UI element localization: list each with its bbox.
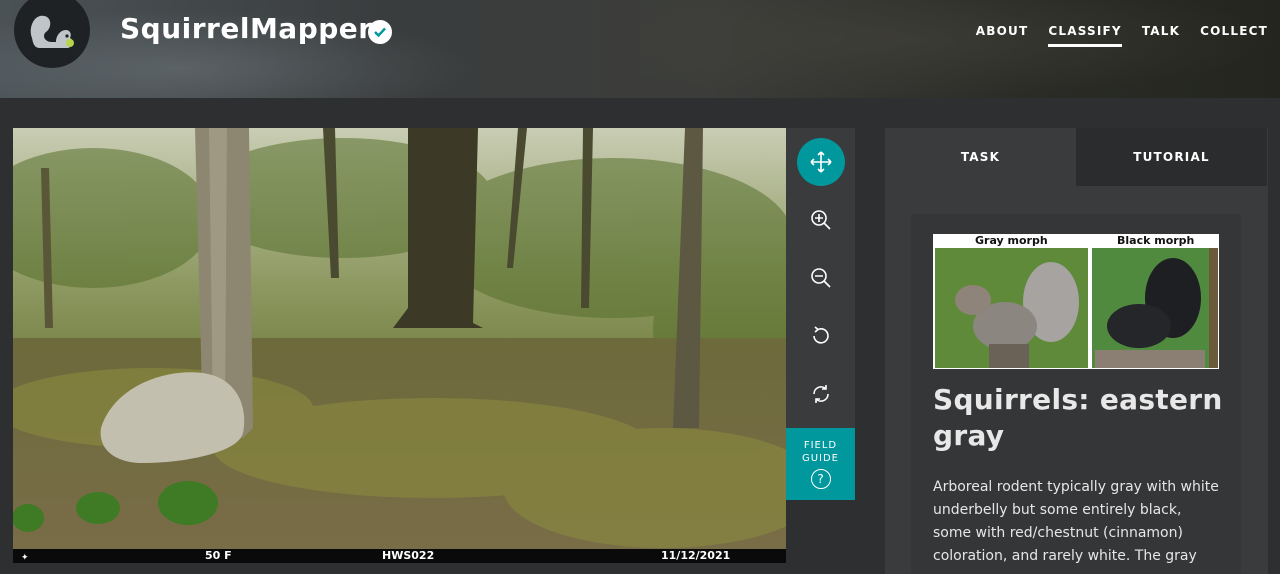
- subject-image[interactable]: ✦ 50 F HWS022 11/12/2021 10:58AM: [13, 128, 786, 563]
- nav-talk[interactable]: TALK: [1142, 24, 1180, 47]
- field-guide-label: FIELD GUIDE: [801, 440, 840, 464]
- nav-collect[interactable]: COLLECT: [1200, 24, 1268, 47]
- rotate-button[interactable]: [797, 312, 845, 360]
- morph-comparison-image: Gray morph Black morph: [933, 234, 1219, 369]
- site-title[interactable]: SquirrelMapper: [120, 12, 373, 45]
- header-background-right: [640, 0, 1280, 98]
- task-tabs: TASK TUTORIAL: [885, 128, 1268, 186]
- site-header: SquirrelMapper ABOUT CLASSIFY TALK COLLE…: [0, 0, 1280, 98]
- main-nav: ABOUT CLASSIFY TALK COLLECT: [976, 24, 1268, 47]
- zoom-out-button[interactable]: [797, 254, 845, 302]
- move-button[interactable]: [797, 138, 845, 186]
- species-title: Squirrels: eastern gray: [933, 383, 1223, 452]
- zoom-in-icon: [811, 210, 831, 230]
- classify-area: ✦ 50 F HWS022 11/12/2021 10:58AM FIELD G…: [0, 98, 1280, 574]
- tab-tutorial[interactable]: TUTORIAL: [1076, 128, 1267, 186]
- verified-check-icon: [368, 20, 392, 44]
- reset-button[interactable]: [797, 370, 845, 418]
- overlay-timestamp: 11/12/2021 10:58AM: [661, 549, 731, 562]
- overlay-camera-id: HWS022: [382, 549, 435, 562]
- species-card: Gray morph Black morph Squirrels: easter…: [911, 214, 1241, 574]
- nav-classify[interactable]: CLASSIFY: [1048, 24, 1122, 47]
- species-description: Arboreal rodent typically gray with whit…: [933, 479, 1219, 564]
- field-guide-button[interactable]: FIELD GUIDE ?: [786, 428, 855, 500]
- task-panel: TASK TUTORIAL Gray morph Black morph Squ…: [885, 128, 1268, 574]
- tab-task[interactable]: TASK: [885, 128, 1076, 186]
- zoom-in-button[interactable]: [797, 196, 845, 244]
- move-icon: [810, 151, 832, 173]
- overlay-temperature: 50 F: [205, 549, 232, 562]
- zoom-out-icon: [811, 268, 831, 288]
- camera-brand-icon: ✦: [21, 553, 29, 563]
- nav-about[interactable]: ABOUT: [976, 24, 1029, 47]
- reset-icon: [813, 385, 829, 403]
- help-icon: ?: [810, 469, 831, 489]
- rotate-icon: [813, 326, 829, 344]
